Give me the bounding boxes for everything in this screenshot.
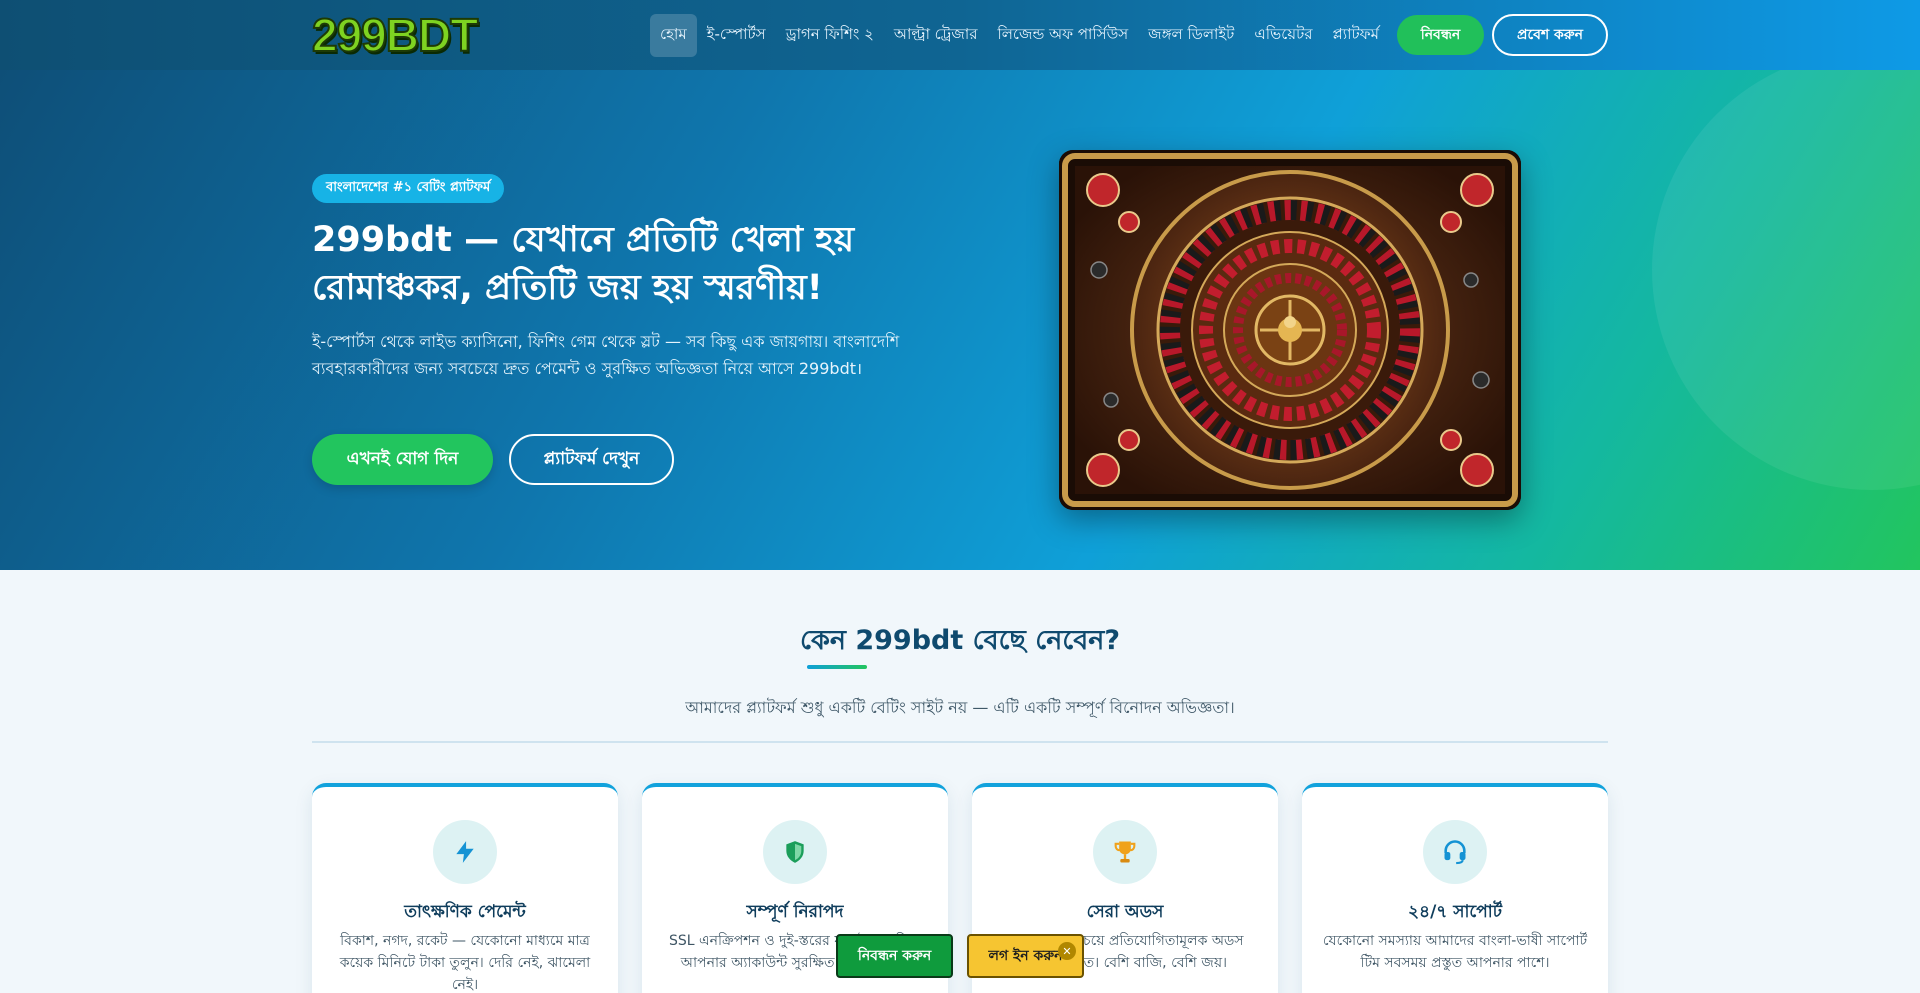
top-navbar: 299BDT হোম ই-স্পোর্টস ড্রাগন ফিশিং ২ আল্… bbox=[0, 0, 1920, 70]
section-divider bbox=[312, 741, 1608, 743]
nav-item-aviator[interactable]: এভিয়েটর bbox=[1244, 14, 1322, 57]
nav-item-jungle-delight[interactable]: জঙ্গল ডিলাইট bbox=[1138, 14, 1244, 57]
nav-item-dragon-fishing[interactable]: ড্রাগন ফিশিং ২ bbox=[776, 14, 884, 57]
nav-item-home[interactable]: হোম bbox=[650, 13, 697, 57]
main-nav: হোম ই-স্পোর্টস ড্রাগন ফিশিং ২ আল্ট্রা ট্… bbox=[650, 13, 1389, 57]
title-underline bbox=[807, 665, 867, 669]
hero-badge: বাংলাদেশের #১ বেটিং প্ল্যাটফর্ম bbox=[312, 174, 505, 203]
feature-card-title: সম্পূর্ণ নিরাপদ bbox=[746, 902, 844, 922]
feature-card-title: সেরা অডস bbox=[1086, 902, 1164, 922]
close-icon[interactable]: ✕ bbox=[1058, 942, 1076, 960]
shield-icon bbox=[763, 820, 827, 884]
feature-card-title: তাৎক্ষণিক পেমেন্ট bbox=[404, 902, 526, 922]
lightning-icon bbox=[433, 820, 497, 884]
headset-icon bbox=[1423, 820, 1487, 884]
feature-card-support: ২৪/৭ সাপোর্ট যেকোনো সমস্যায় আমাদের বাংল… bbox=[1302, 783, 1608, 993]
view-platform-button[interactable]: প্ল্যাটফর্ম দেখুন bbox=[509, 434, 674, 485]
register-button[interactable]: নিবন্ধন bbox=[1397, 15, 1484, 55]
site-logo[interactable]: 299BDT bbox=[311, 9, 479, 61]
hero-description: ই-স্পোর্টস থেকে লাইভ ক্যাসিনো, ফিশিং গেম… bbox=[312, 332, 900, 378]
roulette-wheel-image bbox=[1059, 150, 1521, 510]
sticky-register-button[interactable]: নিবন্ধন করুন bbox=[836, 934, 953, 978]
login-button[interactable]: প্রবেশ করুন bbox=[1492, 14, 1608, 56]
join-now-button[interactable]: এখনই যোগ দিন bbox=[312, 434, 493, 485]
hero-section: বাংলাদেশের #১ বেটিং প্ল্যাটফর্ম 299bdt —… bbox=[0, 70, 1920, 570]
trophy-icon bbox=[1093, 820, 1157, 884]
feature-cards: তাৎক্ষণিক পেমেন্ট বিকাশ, নগদ, রকেট — যেক… bbox=[312, 783, 1608, 993]
feature-card-text: বিকাশ, নগদ, রকেট — যেকোনো মাধ্যমে মাত্র … bbox=[339, 933, 591, 993]
nav-item-platform[interactable]: প্ল্যাটফর্ম bbox=[1323, 14, 1389, 57]
decorative-circle bbox=[1652, 70, 1920, 490]
hero-title: 299bdt — যেখানে প্রতিটি খেলা হয় রোমাঞ্চ… bbox=[312, 220, 855, 308]
nav-item-legend-of-perseus[interactable]: লিজেন্ড অফ পার্সিউস bbox=[987, 14, 1138, 57]
why-section-subtitle: আমাদের প্ল্যাটফর্ম শুধু একটি বেটিং সাইট … bbox=[685, 698, 1235, 717]
feature-card-text: যেকোনো সমস্যায় আমাদের বাংলা-ভাষী সাপোর্… bbox=[1322, 933, 1588, 971]
feature-card-title: ২৪/৭ সাপোর্ট bbox=[1408, 902, 1502, 922]
why-section-title: কেন 299bdt বেছে নেবেন? bbox=[800, 625, 1120, 656]
nav-item-esports[interactable]: ই-স্পোর্টস bbox=[697, 14, 776, 57]
feature-card-payment: তাৎক্ষণিক পেমেন্ট বিকাশ, নগদ, রকেট — যেক… bbox=[312, 783, 618, 993]
nav-item-ultra-treasure[interactable]: আল্ট্রা ট্রেজার bbox=[884, 14, 988, 57]
